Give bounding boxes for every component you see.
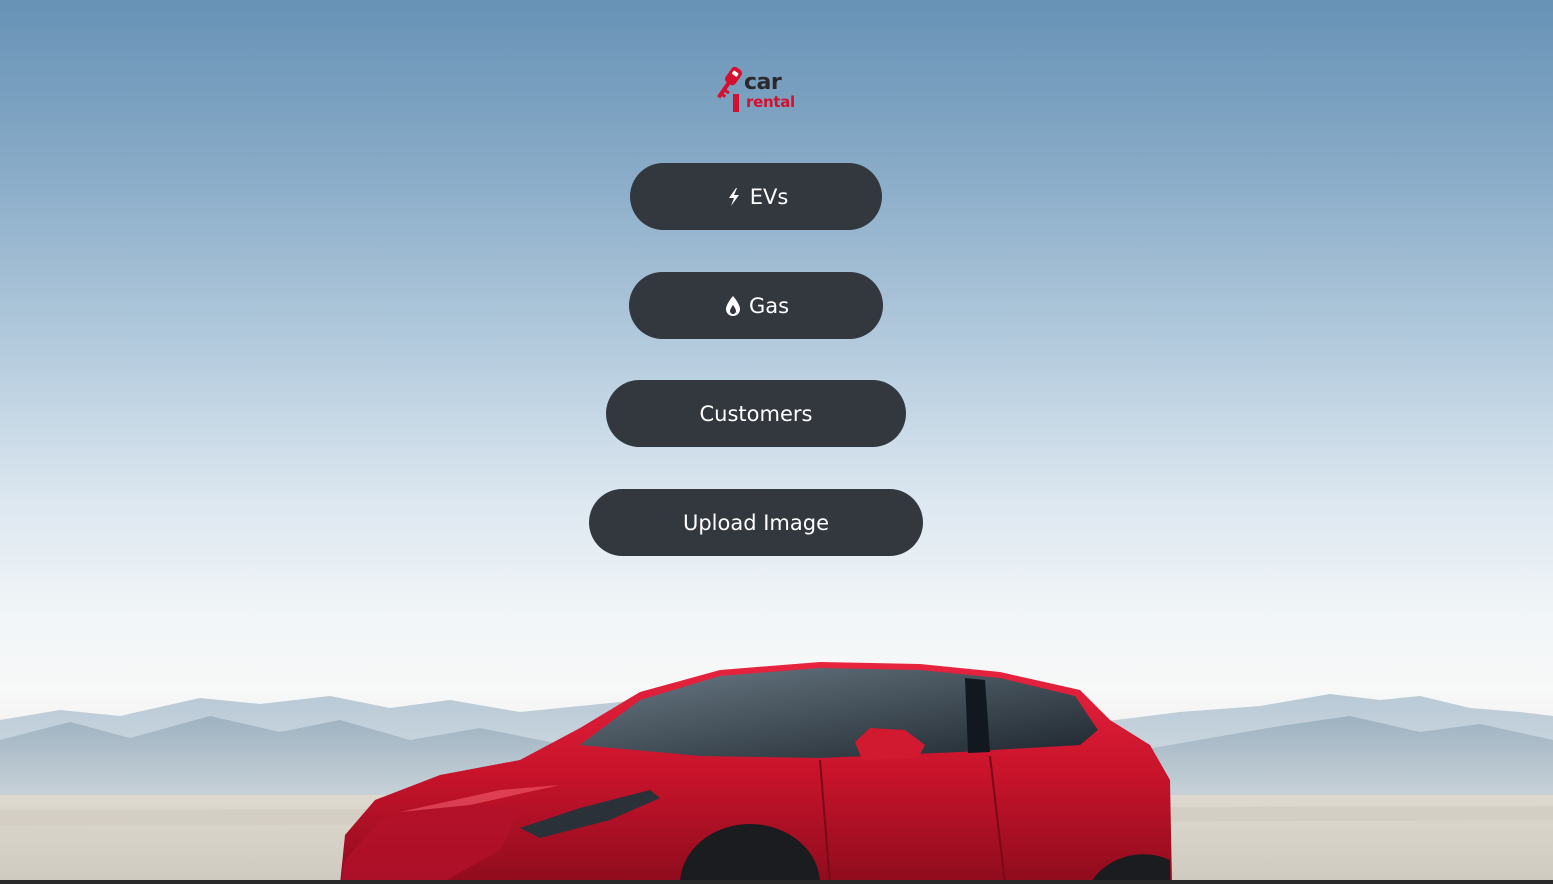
car-rental-logo[interactable]: car rental [713,64,803,116]
logo-word-rental: rental [746,93,795,111]
car-illustration [340,662,1172,884]
home-page: car rental EVs Gas Customers Upload Imag… [0,0,1553,884]
upload-image-button[interactable]: Upload Image [589,489,923,556]
customers-button-label: Customers [699,401,813,426]
upload-image-button-label: Upload Image [682,510,830,535]
fuel-drop-icon [723,295,743,317]
gas-button[interactable]: Gas [629,272,883,339]
evs-button[interactable]: EVs [630,163,882,230]
gas-button-label: Gas [748,293,790,318]
evs-button-label: EVs [749,184,789,209]
car-key-icon [716,66,743,112]
bottom-edge-bar [0,880,1553,884]
lightning-bolt-icon [724,186,744,208]
customers-button[interactable]: Customers [606,380,906,447]
logo-word-car: car [744,70,782,95]
